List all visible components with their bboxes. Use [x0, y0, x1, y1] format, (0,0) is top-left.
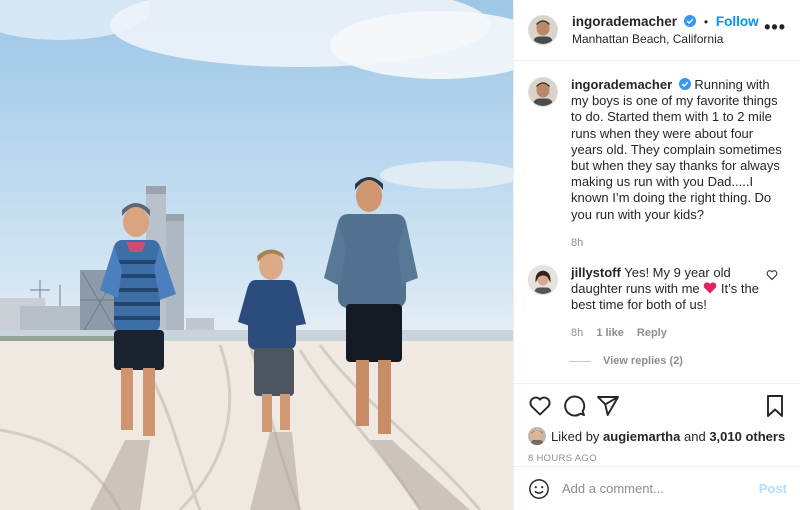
- verified-icon: [678, 78, 691, 90]
- view-replies-line: [569, 360, 591, 362]
- post-side-panel: ingorademacher • Follow Manhattan Beach,…: [513, 0, 800, 510]
- post-location[interactable]: Manhattan Beach, California: [572, 31, 764, 48]
- view-replies-label: View replies (2): [603, 355, 683, 368]
- instagram-post: ingorademacher • Follow Manhattan Beach,…: [0, 0, 800, 510]
- post-photo[interactable]: [0, 0, 513, 510]
- emoji-icon[interactable]: [528, 478, 550, 500]
- liked-by-user[interactable]: augiemartha: [603, 429, 680, 444]
- comments-section: ingorademacher Running with my boys is o…: [514, 61, 800, 379]
- post-comment-button[interactable]: Post: [759, 481, 787, 496]
- heart-icon[interactable]: [528, 394, 552, 418]
- add-comment-input[interactable]: [562, 481, 759, 496]
- likes-summary: Liked by augiemartha and 3,010 others: [528, 427, 787, 445]
- bookmark-icon[interactable]: [763, 394, 787, 418]
- comment-reply-button[interactable]: Reply: [637, 327, 667, 339]
- beach-running-photo: [0, 0, 513, 510]
- author-username[interactable]: ingorademacher: [572, 14, 677, 29]
- verified-icon: [683, 14, 696, 27]
- view-replies-button[interactable]: View replies (2): [569, 355, 786, 367]
- caption-username[interactable]: ingorademacher: [571, 77, 672, 92]
- red-heart-emoji-icon: [703, 282, 717, 294]
- add-comment-bar: Post: [514, 466, 800, 510]
- author-avatar[interactable]: [528, 15, 558, 45]
- caption-time[interactable]: 8h: [571, 237, 583, 249]
- more-options-icon[interactable]: •••: [764, 17, 786, 38]
- liked-by-connector: and: [683, 428, 706, 444]
- comment-time[interactable]: 8h: [571, 327, 583, 339]
- liked-by-prefix: Liked by: [551, 428, 600, 444]
- commenter-avatar[interactable]: [528, 264, 558, 295]
- liked-by-others[interactable]: 3,010 others: [709, 429, 785, 444]
- comment-icon[interactable]: [562, 394, 586, 418]
- share-icon[interactable]: [596, 394, 620, 418]
- separator-dot: •: [703, 14, 709, 29]
- caption: ingorademacher Running with my boys is o…: [528, 77, 786, 249]
- caption-avatar[interactable]: [528, 77, 558, 107]
- comment: jillystoff Yes! My 9 year old daughter r…: [528, 264, 786, 339]
- caption-text: Running with my boys is one of my favori…: [571, 77, 782, 222]
- post-timestamp[interactable]: 8 HOURS AGO: [528, 453, 787, 464]
- commenter-username[interactable]: jillystoff: [571, 265, 621, 280]
- post-actions: Liked by augiemartha and 3,010 others 8 …: [514, 383, 800, 464]
- comment-like-heart-icon[interactable]: [766, 269, 778, 281]
- liker-avatar[interactable]: [528, 427, 546, 445]
- follow-button[interactable]: Follow: [716, 14, 759, 29]
- comment-likes[interactable]: 1 like: [596, 327, 624, 339]
- post-header: ingorademacher • Follow Manhattan Beach,…: [514, 0, 800, 61]
